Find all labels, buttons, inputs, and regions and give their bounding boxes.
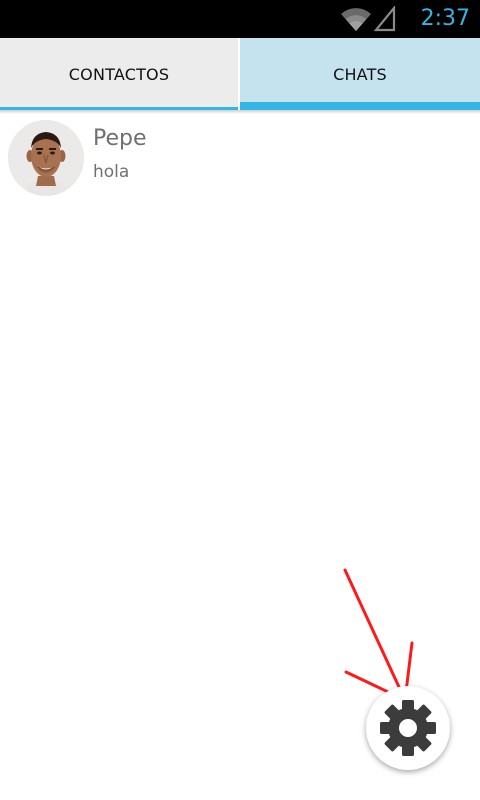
status-bar: 2:37 — [0, 0, 480, 38]
tab-contactos[interactable]: CONTACTOS — [0, 38, 240, 110]
tab-chats[interactable]: CHATS — [240, 38, 480, 110]
last-message: hola — [93, 162, 130, 182]
tab-bar: CONTACTOS CHATS — [0, 38, 480, 110]
status-clock: 2:37 — [420, 6, 470, 31]
tab-bar-shadow — [0, 110, 480, 114]
tab-label: CHATS — [333, 64, 387, 84]
wifi-icon — [341, 8, 371, 32]
avatar — [8, 120, 84, 196]
status-icons — [340, 6, 396, 32]
chat-list-item[interactable]: Pepe hola — [0, 116, 480, 202]
gear-icon — [380, 700, 436, 756]
signal-icon — [374, 6, 396, 32]
contact-name: Pepe — [93, 126, 147, 151]
annotation-arrow-line — [343, 568, 407, 702]
settings-fab[interactable] — [366, 686, 450, 770]
tab-indicator-active — [240, 102, 480, 110]
tab-label: CONTACTOS — [68, 64, 170, 84]
avatar-photo — [8, 120, 84, 196]
